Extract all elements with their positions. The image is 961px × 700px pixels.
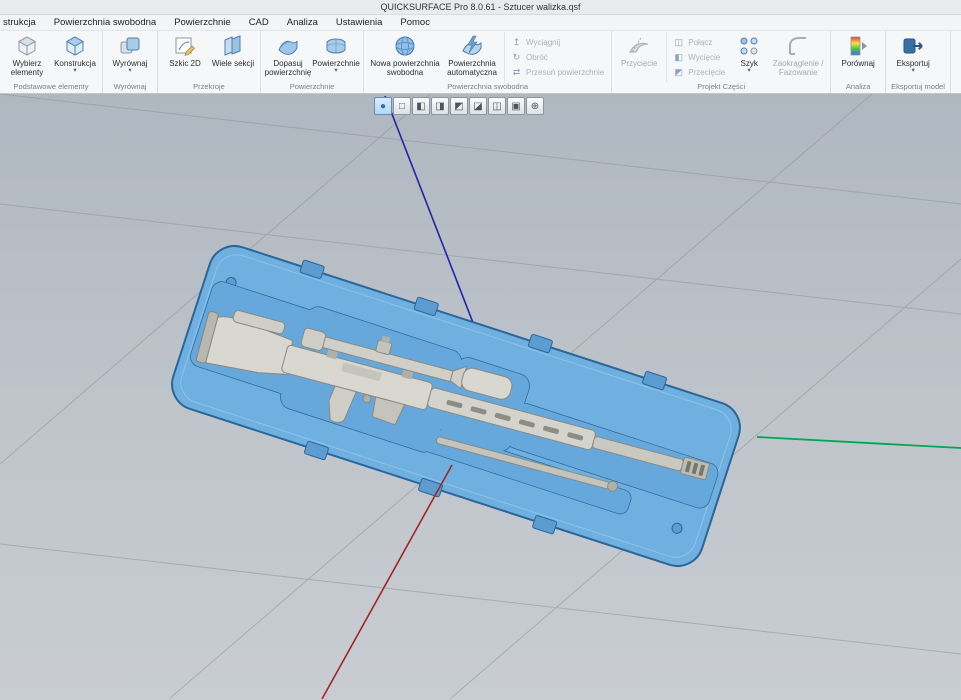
left-view-icon: ◩ bbox=[454, 100, 464, 112]
window-title: QUICKSURFACE Pro 8.0.61 - Sztucer walizk… bbox=[380, 2, 581, 12]
construction-cube-icon bbox=[63, 34, 87, 58]
konstrukcja-button[interactable]: Konstrukcja ▾ bbox=[51, 32, 99, 75]
group-label: Podstawowe elementy bbox=[13, 82, 89, 91]
menu-powierzchnie[interactable]: Powierzchnie bbox=[165, 17, 240, 28]
ribbon-group-powierzchnia-swobodna: Nowa powierzchnia swobodna Powierzchnia … bbox=[364, 31, 613, 93]
viewport-3d[interactable]: ● □ ◧ ◨ ◩ ◪ ◫ ▣ ⊕ bbox=[0, 94, 961, 699]
dropdown-caret-icon: ▾ bbox=[128, 67, 132, 75]
axis-y bbox=[756, 436, 961, 449]
dropdown-caret-icon: ▾ bbox=[334, 67, 338, 75]
szkic-2d-button[interactable]: Szkic 2D bbox=[161, 32, 209, 68]
intersect-icon: ◩ bbox=[674, 66, 684, 77]
iso-view-button[interactable]: ▣ bbox=[507, 97, 525, 115]
cut-icon: ◧ bbox=[674, 51, 684, 62]
menu-analiza[interactable]: Analiza bbox=[278, 17, 327, 28]
multi-sections-icon bbox=[221, 34, 245, 58]
titlebar: QUICKSURFACE Pro 8.0.61 - Sztucer walizk… bbox=[0, 0, 961, 15]
select-cube-icon bbox=[15, 34, 39, 58]
obroc-button[interactable]: ↻ Obróć bbox=[511, 51, 604, 63]
model-rifle-case[interactable] bbox=[163, 233, 749, 580]
orient-axis-icon: ⊕ bbox=[530, 100, 540, 112]
wyciecie-button[interactable]: ◧ Wycięcie bbox=[673, 51, 725, 63]
wireframe-icon: □ bbox=[398, 100, 406, 112]
ribbon-group-eksportuj-model: Eksportuj ▾ Eksportuj model bbox=[886, 31, 951, 93]
group-label: Projekt Części bbox=[697, 82, 746, 91]
zaokraglenie-fazowanie-button[interactable]: Zaokrąglenie / Fazowanie bbox=[769, 32, 827, 77]
ribbon: Wybierz elementy Konstrukcja ▾ Podstawow… bbox=[0, 31, 961, 94]
szyk-button[interactable]: Szyk ▾ bbox=[729, 32, 769, 75]
wybierz-elementy-button[interactable]: Wybierz elementy bbox=[3, 32, 51, 77]
extrude-icon: ↥ bbox=[512, 36, 521, 47]
fillet-chamfer-icon bbox=[786, 34, 810, 58]
menu-cad[interactable]: CAD bbox=[240, 17, 278, 28]
ribbon-group-wyrownaj: Wyrównaj ▾ Wyrównaj bbox=[103, 31, 158, 93]
group-label: Eksportuj model bbox=[891, 82, 945, 91]
wiele-sekcji-button[interactable]: Wiele sekcji bbox=[209, 32, 257, 68]
dopasuj-powierzchnie-button[interactable]: Dopasuj powierzchnię bbox=[264, 32, 312, 77]
group-label: Powierzchnia swobodna bbox=[447, 82, 529, 91]
scene-canvas bbox=[0, 94, 961, 699]
ribbon-group-powierzchnie: Dopasuj powierzchnię Powierzchnie ▾ Powi… bbox=[261, 31, 364, 93]
wyciagnij-button[interactable]: ↥ Wyciągnij bbox=[511, 36, 604, 48]
left-view-button[interactable]: ◩ bbox=[450, 97, 468, 115]
pattern-icon bbox=[737, 34, 761, 58]
przesun-powierzchnie-button[interactable]: ⇄ Przesuń powierzchnie bbox=[511, 66, 605, 78]
przeciecie-button[interactable]: ◩ Przecięcie bbox=[673, 66, 726, 78]
ribbon-group-przekroje: Szkic 2D Wiele sekcji Przekroje bbox=[158, 31, 261, 93]
shaded-view-button[interactable]: ● bbox=[374, 97, 392, 115]
group-label: Analiza bbox=[845, 82, 871, 91]
menu-powierzchnia-swobodna[interactable]: Powierzchnia swobodna bbox=[45, 17, 165, 28]
porownaj-button[interactable]: Porównaj bbox=[834, 32, 882, 68]
wyrownaj-button[interactable]: Wyrównaj ▾ bbox=[106, 32, 154, 75]
top-view-icon: ◫ bbox=[492, 100, 502, 112]
view-toolbar: ● □ ◧ ◨ ◩ ◪ ◫ ▣ ⊕ bbox=[374, 97, 544, 115]
menu-konstrukcja[interactable]: strukcja bbox=[0, 17, 45, 28]
front-view-button[interactable]: ◧ bbox=[412, 97, 430, 115]
eksportuj-button[interactable]: Eksportuj ▾ bbox=[889, 32, 937, 75]
align-icon bbox=[118, 34, 142, 58]
ribbon-group-podstawowe-elementy: Wybierz elementy Konstrukcja ▾ Podstawow… bbox=[0, 31, 103, 93]
freeform-small-buttons: ↥ Wyciągnij ↻ Obróć ⇄ Przesuń powierzchn… bbox=[504, 32, 608, 82]
iso-view-icon: ▣ bbox=[511, 100, 521, 112]
group-label: Wyrównaj bbox=[113, 82, 147, 91]
przyciecie-button[interactable]: Przycięcie bbox=[615, 32, 663, 68]
ribbon-group-projekt-czesci: Przycięcie ◫ Połącz ◧ Wycięcie ◩ Przecię… bbox=[612, 31, 832, 93]
dropdown-caret-icon: ▾ bbox=[73, 67, 77, 75]
powierzchnie-button[interactable]: Powierzchnie ▾ bbox=[312, 32, 360, 75]
polacz-button[interactable]: ◫ Połącz bbox=[673, 36, 725, 48]
sketch-2d-icon bbox=[173, 34, 197, 58]
compare-colormap-icon bbox=[846, 34, 870, 58]
group-label: Powierzchnie bbox=[289, 82, 335, 91]
ribbon-group-analiza: Porównaj Analiza bbox=[831, 31, 887, 93]
auto-surface-icon bbox=[460, 34, 484, 58]
nowa-powierzchnia-swobodna-button[interactable]: Nowa powierzchnia swobodna bbox=[367, 32, 443, 77]
right-view-button[interactable]: ◪ bbox=[469, 97, 487, 115]
wireframe-view-button[interactable]: □ bbox=[393, 97, 411, 115]
join-icon: ◫ bbox=[674, 36, 684, 47]
export-icon bbox=[901, 34, 925, 58]
back-view-icon: ◨ bbox=[435, 100, 445, 112]
trim-icon bbox=[627, 34, 651, 58]
shaded-sphere-icon: ● bbox=[379, 100, 387, 112]
menu-pomoc[interactable]: Pomoc bbox=[391, 17, 439, 28]
back-view-button[interactable]: ◨ bbox=[431, 97, 449, 115]
group-label: Przekroje bbox=[193, 82, 225, 91]
fit-surface-icon bbox=[276, 34, 300, 58]
top-view-button[interactable]: ◫ bbox=[488, 97, 506, 115]
freeform-sphere-icon bbox=[393, 34, 417, 58]
axis-x bbox=[321, 464, 453, 699]
powierzchnia-automatyczna-button[interactable]: Powierzchnia automatyczna bbox=[443, 32, 501, 77]
dropdown-caret-icon: ▾ bbox=[747, 67, 751, 75]
orient-axis-button[interactable]: ⊕ bbox=[526, 97, 544, 115]
rotate-icon: ↻ bbox=[512, 51, 521, 62]
front-view-icon: ◧ bbox=[416, 100, 426, 112]
dropdown-caret-icon: ▾ bbox=[911, 67, 915, 75]
part-design-small-buttons: ◫ Połącz ◧ Wycięcie ◩ Przecięcie bbox=[666, 32, 729, 82]
surfaces-icon bbox=[324, 34, 348, 58]
menubar: strukcja Powierzchnia swobodna Powierzch… bbox=[0, 15, 961, 31]
menu-ustawienia[interactable]: Ustawienia bbox=[327, 17, 391, 28]
move-surface-icon: ⇄ bbox=[512, 66, 521, 77]
right-view-icon: ◪ bbox=[473, 100, 483, 112]
